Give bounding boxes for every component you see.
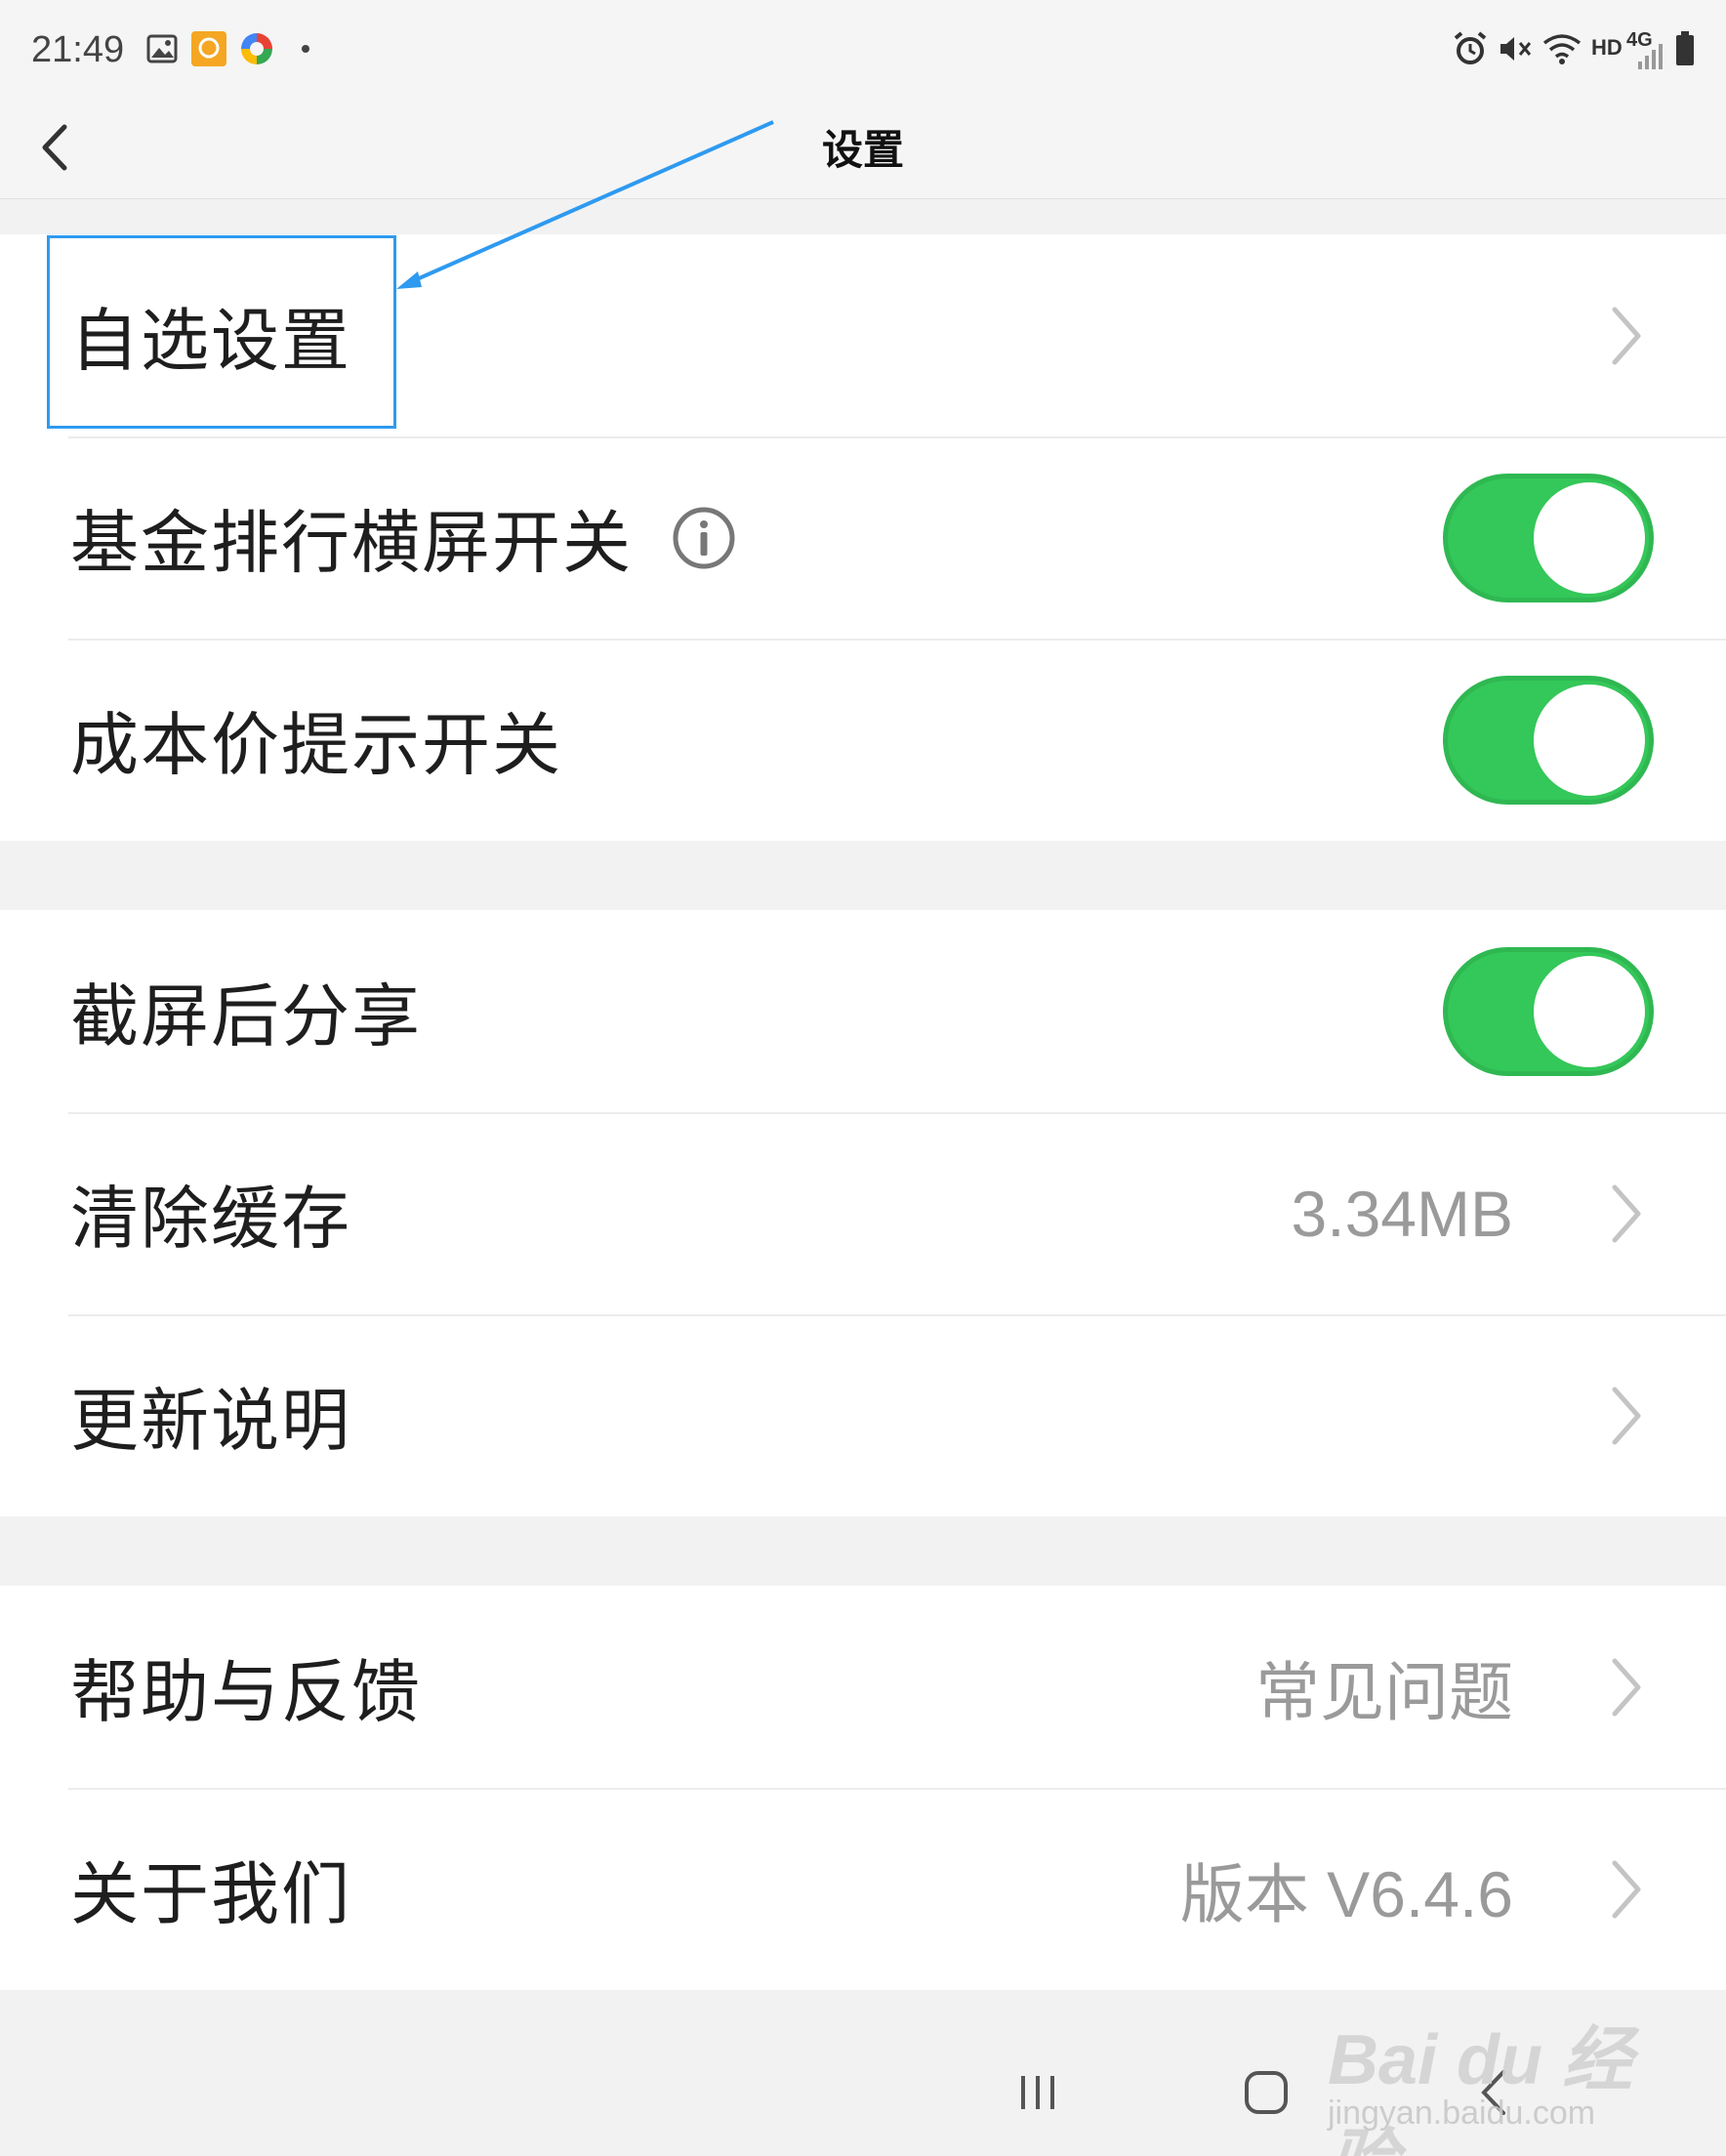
watermark-url: jingyan.baidu.com <box>1328 2094 1596 2132</box>
status-time: 21:49 <box>31 29 125 70</box>
row-release-notes[interactable]: 更新说明 <box>0 1314 1726 1516</box>
info-icon[interactable] <box>672 506 736 570</box>
row-cost-price-hint: 成本价提示开关 <box>0 639 1726 841</box>
row-fund-ranking-landscape: 基金排行横屏开关 <box>0 436 1726 639</box>
chevron-right-icon <box>1607 1382 1646 1450</box>
watermark-logo: Bai du 经验 <box>1328 2021 1633 2156</box>
mute-icon <box>1496 29 1535 68</box>
row-share-after-screenshot: 截屏后分享 <box>0 910 1726 1112</box>
row-clear-cache[interactable]: 清除缓存 3.34MB <box>0 1112 1726 1314</box>
settings-group-3: 帮助与反馈 常见问题 关于我们 版本 V6.4.6 <box>0 1586 1726 1990</box>
settings-group-1: 自选设置 基金排行横屏开关 成本价提示开关 <box>0 234 1726 841</box>
image-icon <box>144 29 180 68</box>
wifi-icon <box>1541 29 1583 68</box>
signal-icon <box>1626 37 1665 76</box>
settings-group-2: 截屏后分享 清除缓存 3.34MB 更新说明 <box>0 910 1726 1516</box>
chevron-right-icon <box>1607 1653 1646 1721</box>
chevron-right-icon <box>1607 1855 1646 1924</box>
row-label: 清除缓存 <box>70 1179 351 1259</box>
row-label: 更新说明 <box>70 1381 351 1461</box>
dot-icon <box>299 29 312 68</box>
alarm-icon <box>1451 29 1490 68</box>
row-label: 基金排行横屏开关 <box>70 503 633 583</box>
row-label: 自选设置 <box>70 301 351 381</box>
toggle-knob <box>1534 955 1645 1067</box>
row-watchlist-settings[interactable]: 自选设置 <box>0 234 1726 436</box>
toggle-switch[interactable] <box>1443 473 1654 602</box>
row-label: 成本价提示开关 <box>70 705 562 785</box>
hd-label: HD <box>1591 35 1623 60</box>
app-badge-icon <box>191 29 226 68</box>
row-label: 帮助与反馈 <box>70 1652 422 1732</box>
watermark: Bai du 经验 jingyan.baidu.com <box>1318 1992 1650 2156</box>
nav-bar: 设置 <box>0 98 1726 199</box>
row-about-us[interactable]: 关于我们 版本 V6.4.6 <box>0 1788 1726 1990</box>
version-value: 版本 V6.4.6 <box>1179 1857 1513 1930</box>
toggle-knob <box>1534 481 1645 594</box>
status-bar: 21:49 HD 4G <box>0 0 1726 98</box>
toggle-switch[interactable] <box>1443 946 1654 1076</box>
page-title: 设置 <box>821 126 904 174</box>
recents-icon[interactable] <box>1015 2070 1060 2115</box>
home-icon[interactable] <box>1242 2068 1291 2117</box>
chevron-right-icon <box>1607 1180 1646 1248</box>
row-label: 截屏后分享 <box>70 976 422 1057</box>
toggle-switch[interactable] <box>1443 675 1654 805</box>
cache-size-value: 3.34MB <box>1291 1177 1513 1250</box>
battery-icon <box>1673 29 1697 68</box>
faq-value: 常见问题 <box>1255 1655 1513 1728</box>
row-help-feedback[interactable]: 帮助与反馈 常见问题 <box>0 1586 1726 1788</box>
colorful-app-icon <box>238 29 275 68</box>
chevron-right-icon <box>1607 302 1646 370</box>
toggle-knob <box>1534 684 1645 796</box>
row-label: 关于我们 <box>70 1854 351 1934</box>
